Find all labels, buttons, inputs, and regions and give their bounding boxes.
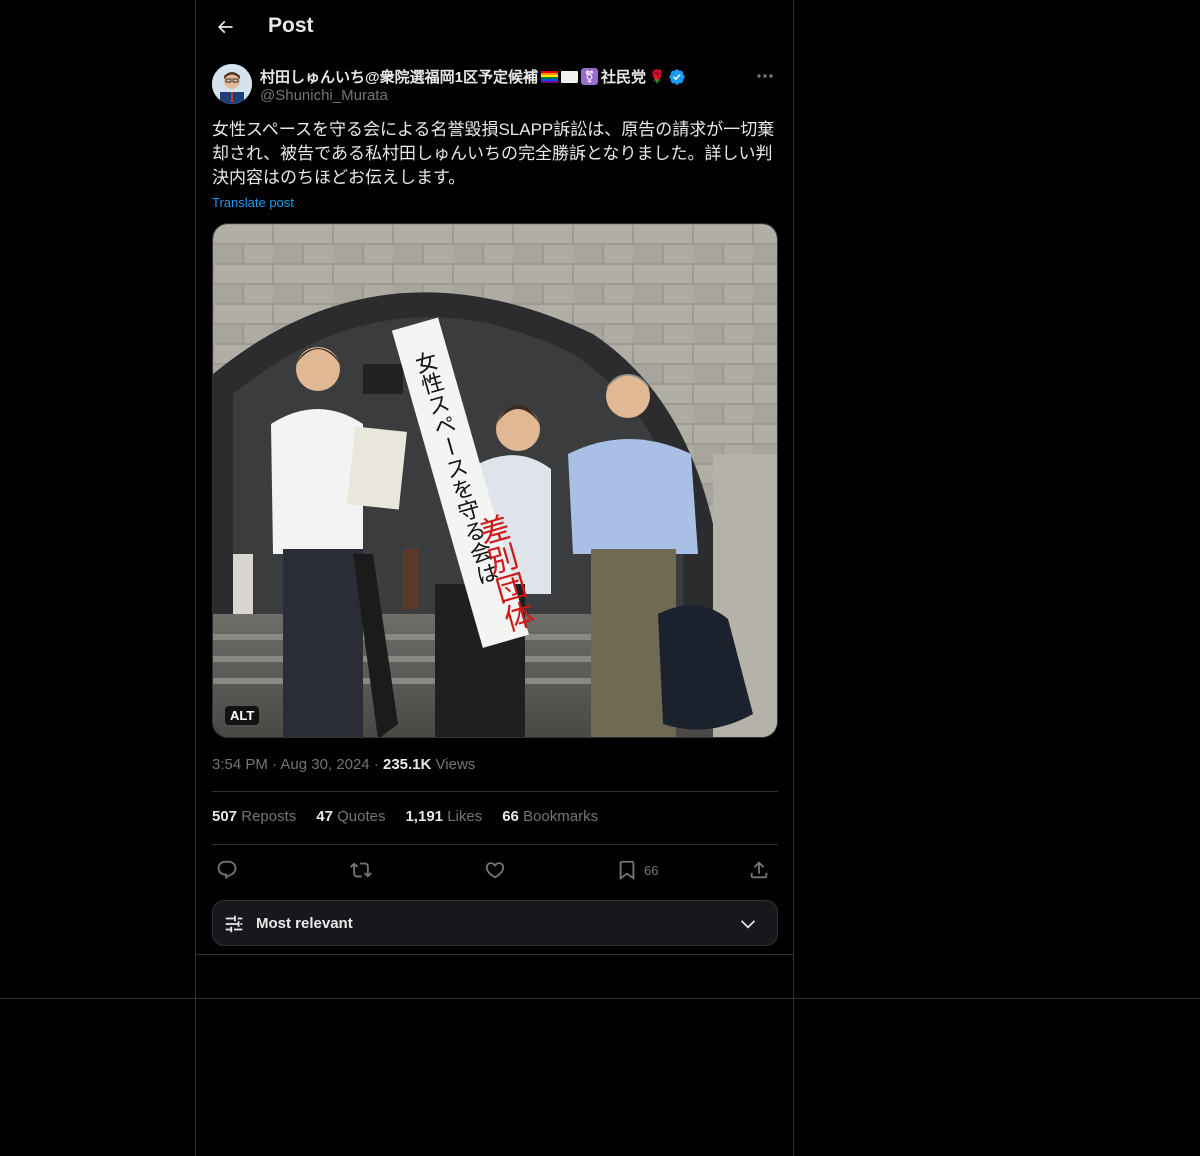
author-party[interactable]: 社民党	[601, 66, 646, 87]
heart-icon	[485, 862, 505, 879]
bookmarks-stat[interactable]: 66 Bookmarks	[502, 808, 598, 825]
white-flag-icon	[560, 70, 578, 83]
author-handle[interactable]: @Shunichi_Murata	[260, 87, 388, 104]
more-dots-icon	[757, 74, 773, 78]
bookmark-icon	[619, 860, 635, 881]
back-button[interactable]	[210, 12, 240, 42]
author-name[interactable]: 村田しゅんいち@衆院選福岡1区予定候補	[260, 66, 538, 87]
reposts-stat[interactable]: 507 Reposts	[212, 808, 296, 825]
avatar[interactable]	[212, 64, 252, 104]
divider	[212, 844, 778, 845]
sort-label: Most relevant	[256, 915, 353, 932]
photo-image: 女性スペースを守る会は 差別団体	[213, 224, 777, 737]
page-header: Post	[196, 0, 793, 53]
views-count: 235.1K	[382, 756, 432, 773]
share-icon	[750, 861, 768, 879]
repost-button[interactable]	[350, 856, 372, 884]
meta-separator: ·	[373, 756, 383, 773]
reply-icon	[217, 860, 237, 879]
reply-sort-dropdown[interactable]: Most relevant	[212, 900, 778, 946]
divider	[196, 954, 793, 955]
chevron-down-icon	[740, 920, 756, 929]
primary-column: Post 村田しゅんいち@衆院選福岡1区予定候補 ⚧ 社民党 🌹 @Shunic…	[195, 0, 794, 1156]
post-photo[interactable]: 女性スペースを守る会は 差別団体 ALT	[212, 223, 778, 738]
transgender-symbol-icon: ⚧	[580, 68, 598, 85]
post-time[interactable]: 3:54 PM	[212, 756, 268, 773]
rose-icon: 🌹	[649, 68, 666, 84]
author-name-row[interactable]: 村田しゅんいち@衆院選福岡1区予定候補 ⚧ 社民党 🌹	[260, 66, 686, 87]
divider	[212, 791, 778, 792]
quotes-stat[interactable]: 47 Quotes	[316, 808, 385, 825]
share-button[interactable]	[748, 856, 770, 884]
post-text: 女性スペースを守る会による名誉毀損SLAPP訴訟は、原告の請求が一切棄却され、被…	[212, 120, 775, 187]
filter-sliders-icon	[225, 915, 243, 933]
alt-text-badge[interactable]: ALT	[225, 706, 260, 725]
translate-post-link[interactable]: Translate post	[212, 195, 294, 210]
reply-button[interactable]	[216, 856, 238, 884]
repost-icon	[350, 862, 372, 878]
back-arrow-icon	[217, 20, 233, 34]
bookmark-button[interactable]: 66	[616, 856, 658, 884]
divider	[0, 998, 1200, 999]
post-date[interactable]: Aug 30, 2024	[280, 756, 369, 773]
page-title: Post	[268, 14, 314, 37]
bookmark-count: 66	[644, 862, 659, 878]
likes-stat[interactable]: 1,191 Likes	[405, 808, 482, 825]
like-button[interactable]	[484, 856, 506, 884]
post-meta: 3:54 PM · Aug 30, 2024 · 235.1K Views	[212, 756, 475, 773]
more-options-button[interactable]	[752, 66, 778, 86]
post-author: 村田しゅんいち@衆院選福岡1区予定候補 ⚧ 社民党 🌹 @Shunichi_Mu…	[212, 64, 778, 108]
post-stats: 507 Reposts 47 Quotes 1,191 Likes 66 Boo…	[212, 808, 598, 825]
action-bar: 66	[212, 856, 778, 884]
rainbow-flag-icon	[540, 70, 558, 83]
verified-badge-icon	[669, 68, 685, 85]
views-label: Views	[435, 756, 476, 773]
